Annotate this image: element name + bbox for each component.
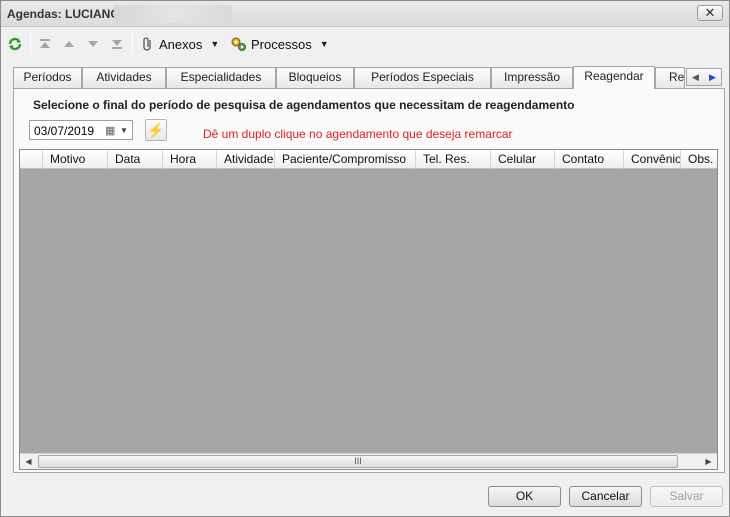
tab-scroll-buttons: ◀ ▶ (686, 68, 722, 86)
tab-label: Períodos (23, 70, 72, 84)
scrollbar-thumb[interactable]: III (38, 455, 678, 468)
refresh-icon (8, 37, 22, 51)
move-down-icon (88, 41, 98, 47)
tab-scroll-right-icon[interactable]: ▶ (704, 69, 721, 85)
processos-label: Processos (251, 36, 312, 52)
toolbar: Anexos ▼ Processos ▼ (1, 29, 729, 59)
instruction-text: Selecione o final do período de pesquisa… (33, 98, 575, 112)
window-title: Agendas: LUCIANO (7, 7, 120, 21)
tab-periodos-especiais[interactable]: Períodos Especiais (354, 67, 491, 88)
move-down-button[interactable] (86, 33, 100, 55)
tab-periodos[interactable]: Períodos (13, 67, 82, 88)
column-header-celular[interactable]: Celular (491, 150, 555, 169)
row-indicator-header (20, 150, 43, 169)
column-header-data[interactable]: Data (108, 150, 163, 169)
double-click-hint: Dê um duplo clique no agendamento que de… (203, 127, 513, 141)
scroll-right-icon[interactable]: ▶ (700, 454, 717, 469)
close-button[interactable]: ✕ (697, 5, 723, 21)
tab-label: Bloqueios (288, 70, 342, 84)
tab-label: Re (669, 70, 685, 84)
move-up-icon (64, 41, 74, 47)
cancel-button[interactable]: Cancelar (569, 486, 642, 507)
column-header-hora[interactable]: Hora (163, 150, 217, 169)
tab-scroll-left-icon[interactable]: ◀ (687, 69, 704, 85)
toolbar-separator (132, 32, 133, 54)
anexos-label: Anexos (159, 36, 203, 52)
reagendar-panel: Selecione o final do período de pesquisa… (13, 88, 725, 473)
tab-strip: Períodos Atividades Especialidades Bloqu… (13, 66, 725, 89)
column-header-motivo[interactable]: Motivo (43, 150, 108, 169)
paperclip-icon (143, 37, 151, 51)
move-up-button[interactable] (62, 33, 76, 55)
tab-label: Impressão (503, 70, 561, 84)
column-header-convenio[interactable]: Convênio (624, 150, 681, 169)
move-last-icon (112, 40, 122, 49)
tab-especialidades[interactable]: Especialidades (166, 67, 276, 88)
search-lightning-button[interactable]: ⚡ (145, 119, 167, 141)
refresh-button[interactable] (7, 33, 23, 55)
ok-button[interactable]: OK (488, 486, 561, 507)
tab-re[interactable]: Re (655, 67, 685, 88)
end-date-value: 03/07/2019 (34, 124, 95, 138)
column-header-atividade[interactable]: Atividade (217, 150, 275, 169)
move-last-button[interactable] (110, 33, 124, 55)
appointments-grid[interactable]: Motivo Data Hora Atividade Paciente/Comp… (19, 149, 718, 470)
toolbar-separator (30, 32, 31, 54)
tab-label: Períodos Especiais (371, 70, 474, 84)
gears-icon (231, 37, 246, 51)
column-header-paciente[interactable]: Paciente/Compromisso (275, 150, 416, 169)
tab-bloqueios[interactable]: Bloqueios (276, 67, 354, 88)
tab-label: Atividades (96, 70, 152, 84)
processos-menu-button[interactable]: Processos ▼ (230, 33, 329, 55)
tab-label: Reagendar (584, 69, 644, 83)
move-first-icon (40, 39, 50, 48)
horizontal-scrollbar[interactable]: ◀ III ▶ (20, 453, 717, 469)
title-bar: Agendas: LUCIANO ✕ (1, 1, 729, 27)
end-date-picker[interactable]: 03/07/2019 ▦ ▼ (29, 120, 133, 140)
tab-label: Especialidades (180, 70, 262, 84)
tab-impressao[interactable]: Impressão (491, 67, 573, 88)
column-header-obs[interactable]: Obs. (681, 150, 717, 169)
save-button[interactable]: Salvar (650, 486, 723, 507)
redacted-title-area (114, 5, 232, 23)
column-header-tel-res[interactable]: Tel. Res. (416, 150, 491, 169)
calendar-icon: ▦ (105, 125, 116, 137)
scroll-left-icon[interactable]: ◀ (20, 454, 37, 469)
chevron-down-icon: ▼ (120, 126, 128, 135)
window: Agendas: LUCIANO ✕ Anexos ▼ Processos ▼ … (0, 0, 730, 517)
tab-atividades[interactable]: Atividades (82, 67, 166, 88)
column-header-contato[interactable]: Contato (555, 150, 624, 169)
chevron-down-icon: ▼ (210, 39, 220, 49)
anexos-menu-button[interactable]: Anexos ▼ (140, 33, 219, 55)
move-first-button[interactable] (38, 33, 52, 55)
close-icon: ✕ (704, 5, 716, 20)
lightning-icon: ⚡ (147, 122, 165, 138)
chevron-down-icon: ▼ (319, 39, 329, 49)
tab-reagendar[interactable]: Reagendar (573, 66, 655, 89)
grid-header: Motivo Data Hora Atividade Paciente/Comp… (20, 150, 717, 169)
